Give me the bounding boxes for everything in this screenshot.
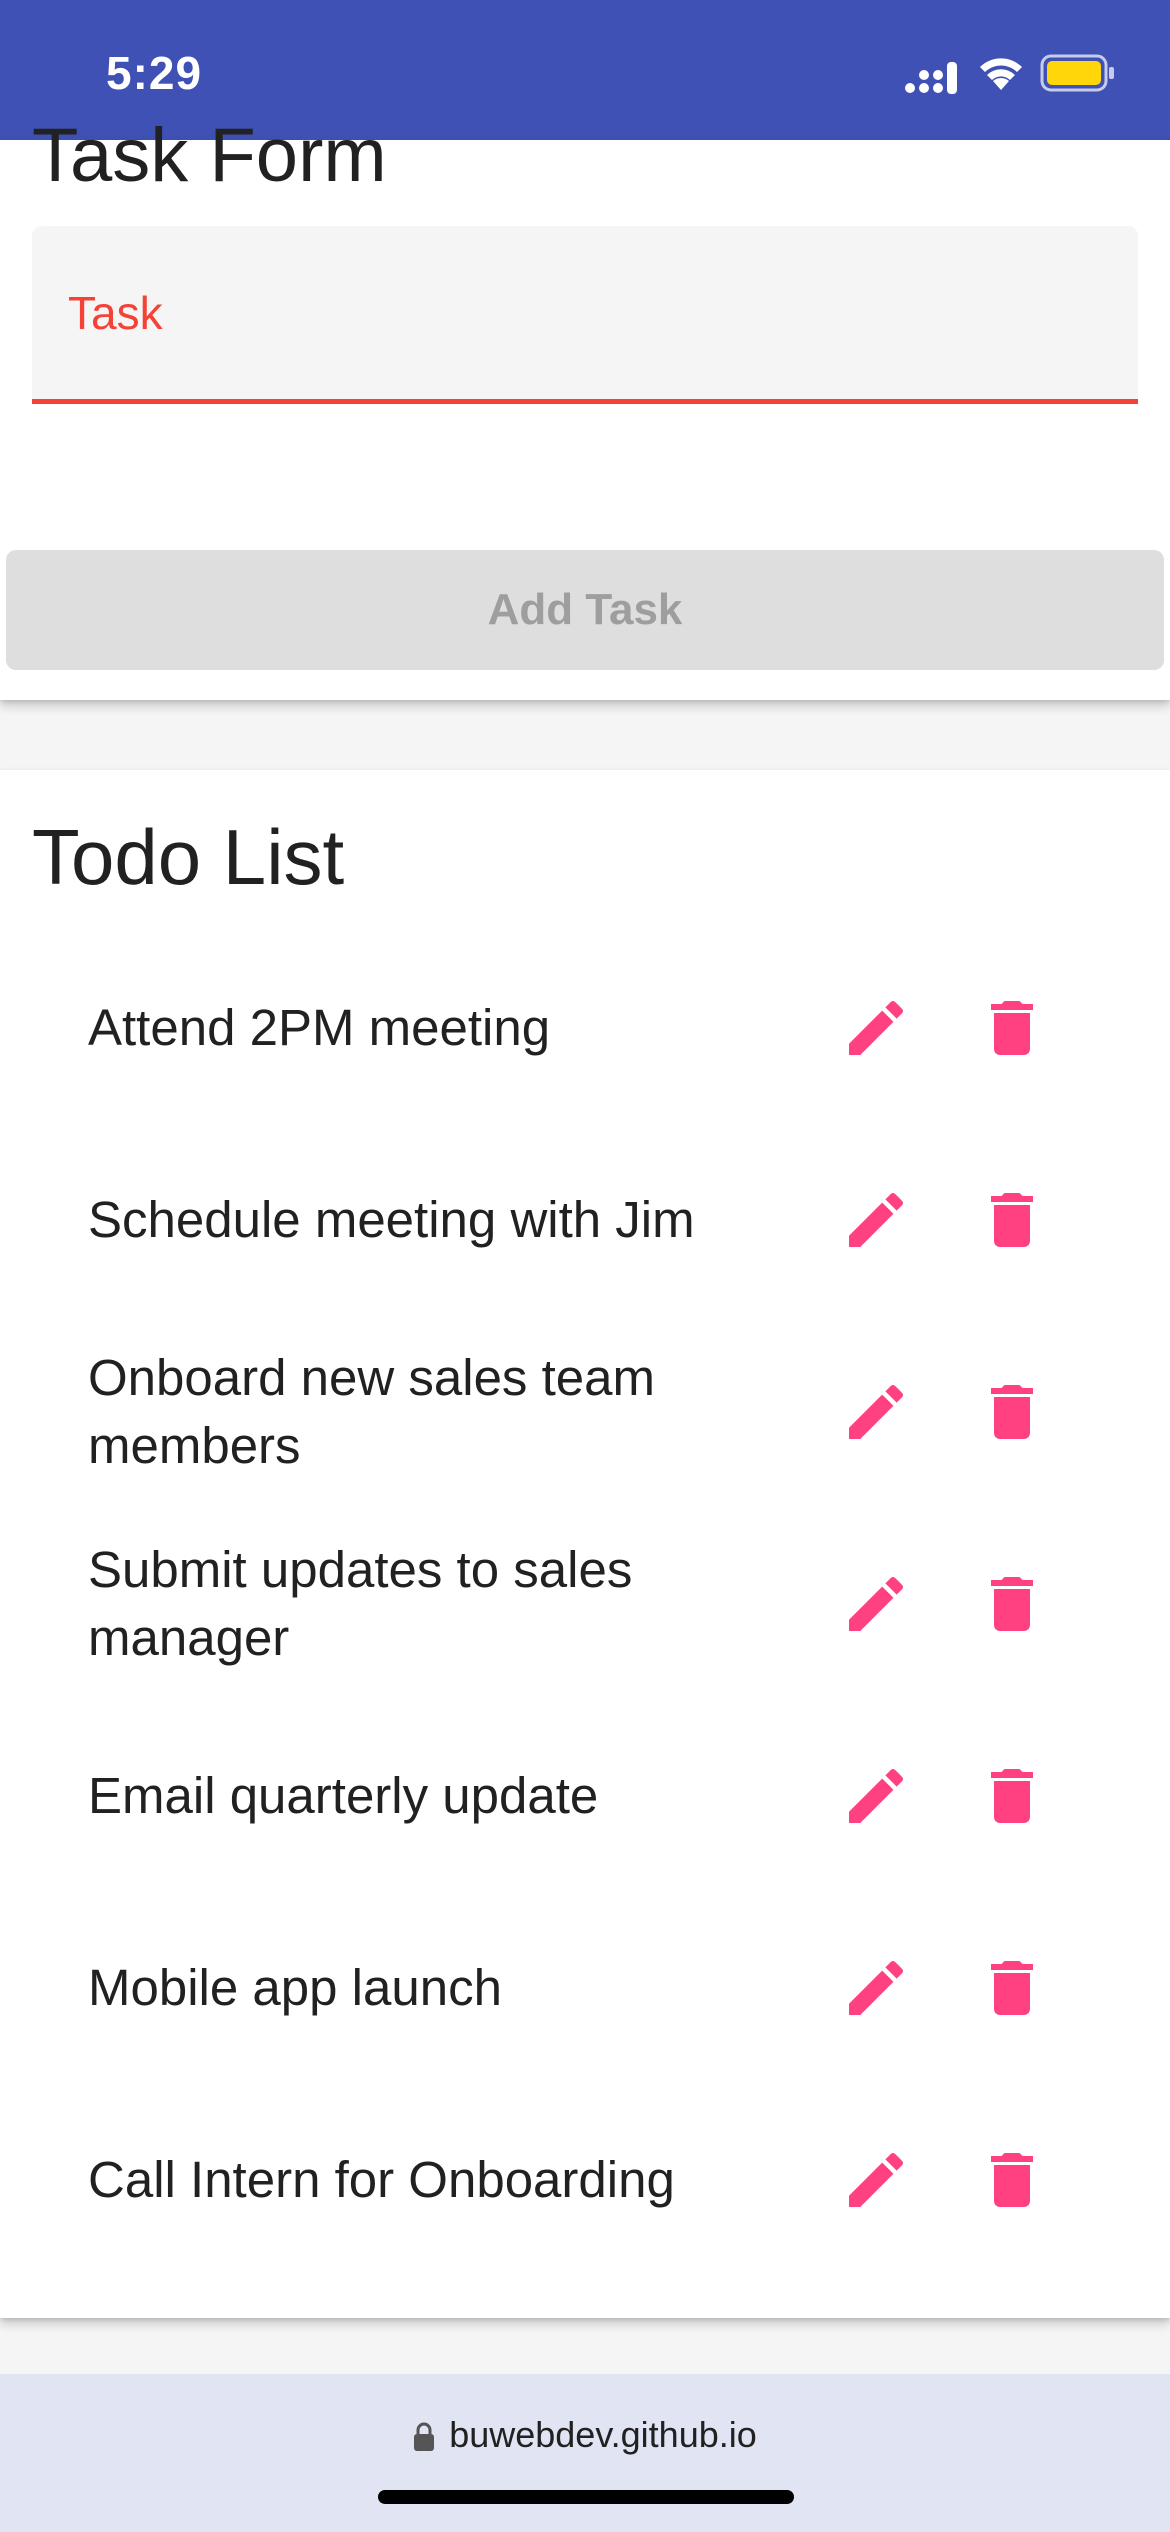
pencil-icon — [849, 1192, 904, 1247]
url-display[interactable]: buwebdev.github.io — [0, 2414, 1170, 2456]
edit-button[interactable] — [836, 988, 916, 1068]
todo-list-card: Todo List Attend 2PM meeting Schedule me… — [0, 770, 1170, 2318]
todo-item-label: Submit updates to sales manager — [88, 1541, 633, 1666]
delete-button[interactable] — [972, 1948, 1052, 2028]
edit-button[interactable] — [836, 1756, 916, 1836]
home-indicator[interactable] — [378, 2490, 794, 2504]
trash-icon — [991, 1001, 1033, 1055]
todo-item-label: Onboard new sales team members — [88, 1349, 655, 1474]
pencil-icon — [849, 1768, 904, 1823]
add-task-button-label: Add Task — [487, 585, 683, 634]
pencil-icon — [849, 1000, 904, 1055]
todo-item-label: Call Intern for Onboarding — [88, 2151, 675, 2208]
task-input-label: Task — [68, 287, 163, 339]
edit-button[interactable] — [836, 1180, 916, 1260]
cellular-signal-icon — [905, 62, 957, 94]
delete-button[interactable] — [972, 1372, 1052, 1452]
task-input[interactable]: Task — [32, 226, 1138, 404]
browser-url-bar[interactable]: buwebdev.github.io — [0, 2374, 1170, 2532]
edit-button[interactable] — [836, 1372, 916, 1452]
todo-item-label: Email quarterly update — [88, 1767, 599, 1824]
pencil-icon — [849, 1960, 904, 2015]
todo-item: Email quarterly update — [0, 1700, 1170, 1892]
pencil-icon — [849, 1576, 904, 1631]
todo-item: Onboard new sales team members — [0, 1316, 1170, 1508]
add-task-button[interactable]: Add Task — [6, 550, 1164, 670]
todo-item: Submit updates to sales manager — [0, 1508, 1170, 1700]
edit-button[interactable] — [836, 1948, 916, 2028]
trash-icon — [991, 1577, 1033, 1631]
trash-icon — [991, 1769, 1033, 1823]
battery-icon — [1040, 54, 1114, 92]
todo-item: Attend 2PM meeting — [0, 932, 1170, 1124]
trash-icon — [991, 1961, 1033, 2015]
status-time: 5:29 — [106, 47, 203, 99]
todo-item: Call Intern for Onboarding — [0, 2084, 1170, 2276]
pencil-icon — [849, 2152, 904, 2207]
url-text: buwebdev.github.io — [449, 2414, 757, 2455]
trash-icon — [991, 1385, 1033, 1439]
todo-item-label: Attend 2PM meeting — [88, 999, 551, 1056]
trash-icon — [991, 2153, 1033, 2207]
trash-icon — [991, 1193, 1033, 1247]
list-title: Todo List — [32, 813, 345, 901]
todo-item: Schedule meeting with Jim — [0, 1124, 1170, 1316]
delete-button[interactable] — [972, 1564, 1052, 1644]
delete-button[interactable] — [972, 1756, 1052, 1836]
edit-button[interactable] — [836, 1564, 916, 1644]
delete-button[interactable] — [972, 1180, 1052, 1260]
todo-item-label: Mobile app launch — [88, 1959, 502, 2016]
todo-item: Mobile app launch — [0, 1892, 1170, 2084]
pencil-icon — [849, 1384, 904, 1439]
wifi-icon — [980, 58, 1022, 90]
edit-button[interactable] — [836, 2140, 916, 2220]
form-title: Task Form — [32, 113, 387, 198]
delete-button[interactable] — [972, 988, 1052, 1068]
todo-item-label: Schedule meeting with Jim — [88, 1191, 695, 1248]
lock-icon — [414, 2423, 435, 2452]
task-form-card: Task Form Task Add Task — [0, 113, 1170, 700]
delete-button[interactable] — [972, 2140, 1052, 2220]
